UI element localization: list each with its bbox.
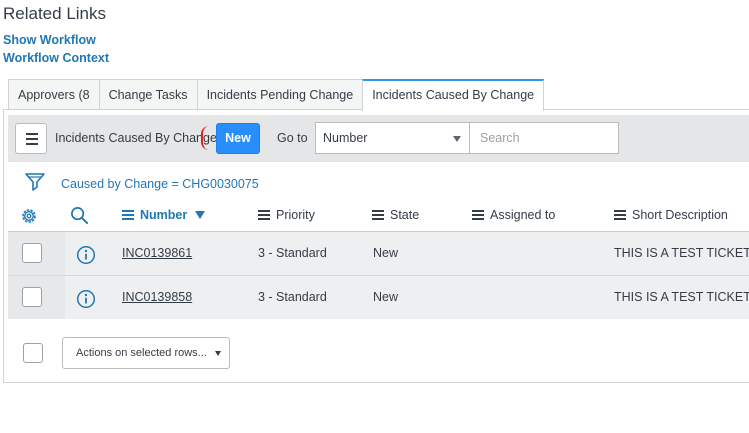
filter-breadcrumb[interactable]: Caused by Change = CHG0030075 (61, 177, 259, 191)
incident-number-link[interactable]: INC0139861 (122, 246, 192, 260)
priority-cell: 3 - Standard (258, 290, 327, 304)
tab-change-tasks[interactable]: Change Tasks (98, 79, 198, 109)
search-icon[interactable] (70, 206, 89, 225)
new-button[interactable]: New (216, 123, 260, 154)
incident-number-link[interactable]: INC0139858 (122, 290, 192, 304)
caret-down-icon (453, 136, 461, 142)
goto-field-select[interactable]: Number (315, 122, 470, 154)
column-menu-icon (122, 210, 134, 220)
caret-down-icon (215, 351, 221, 356)
tab-incidents-caused-by-change[interactable]: Incidents Caused By Change (362, 79, 545, 111)
gear-icon[interactable] (19, 206, 39, 226)
annotation-mark (201, 126, 210, 150)
table-row: INC0139858 3 - Standard New THIS IS A TE… (8, 276, 749, 319)
related-links-title: Related Links (3, 4, 107, 23)
tab-approvers[interactable]: Approvers (8 (8, 79, 100, 109)
column-menu-icon (258, 210, 270, 220)
search-input[interactable] (469, 122, 619, 154)
actions-select-value: Actions on selected rows... (76, 347, 207, 359)
column-header-short-description[interactable]: Short Description (614, 208, 728, 222)
info-icon[interactable] (76, 245, 96, 265)
row-checkbox[interactable] (22, 243, 42, 263)
show-workflow-link[interactable]: Show Workflow (3, 33, 96, 47)
workflow-context-link[interactable]: Workflow Context (3, 51, 109, 65)
goto-field-value: Number (323, 131, 368, 145)
priority-cell: 3 - Standard (258, 246, 327, 260)
column-header-assigned-to[interactable]: Assigned to (472, 208, 555, 222)
column-menu-icon (372, 210, 384, 220)
row-checkbox[interactable] (22, 287, 42, 307)
info-icon[interactable] (76, 289, 96, 309)
select-all-checkbox[interactable] (23, 343, 43, 363)
column-menu-icon (614, 210, 626, 220)
page: Related Links Show Workflow Workflow Con… (0, 0, 749, 433)
sort-descending-icon (195, 211, 206, 219)
table-row: INC0139861 3 - Standard New THIS IS A TE… (8, 232, 749, 275)
hamburger-icon (26, 133, 38, 135)
short-description-cell: THIS IS A TEST TICKET, PL (614, 246, 749, 260)
column-header-number[interactable]: Number (122, 208, 206, 222)
list-title: Incidents Caused By Change (55, 131, 217, 145)
related-list-tabs: Approvers (8 Change Tasks Incidents Pend… (8, 79, 545, 111)
column-header-state[interactable]: State (372, 208, 419, 222)
tab-incidents-pending-change[interactable]: Incidents Pending Change (196, 79, 364, 109)
short-description-cell: THIS IS A TEST TICKET, PL (614, 290, 749, 304)
column-header-priority[interactable]: Priority (258, 208, 315, 222)
list-menu-button[interactable] (15, 123, 47, 154)
column-menu-icon (472, 210, 484, 220)
goto-label: Go to (277, 131, 308, 145)
actions-select[interactable]: Actions on selected rows... (62, 337, 230, 369)
funnel-icon[interactable] (25, 172, 45, 192)
state-cell: New (373, 246, 399, 260)
state-cell: New (373, 290, 399, 304)
